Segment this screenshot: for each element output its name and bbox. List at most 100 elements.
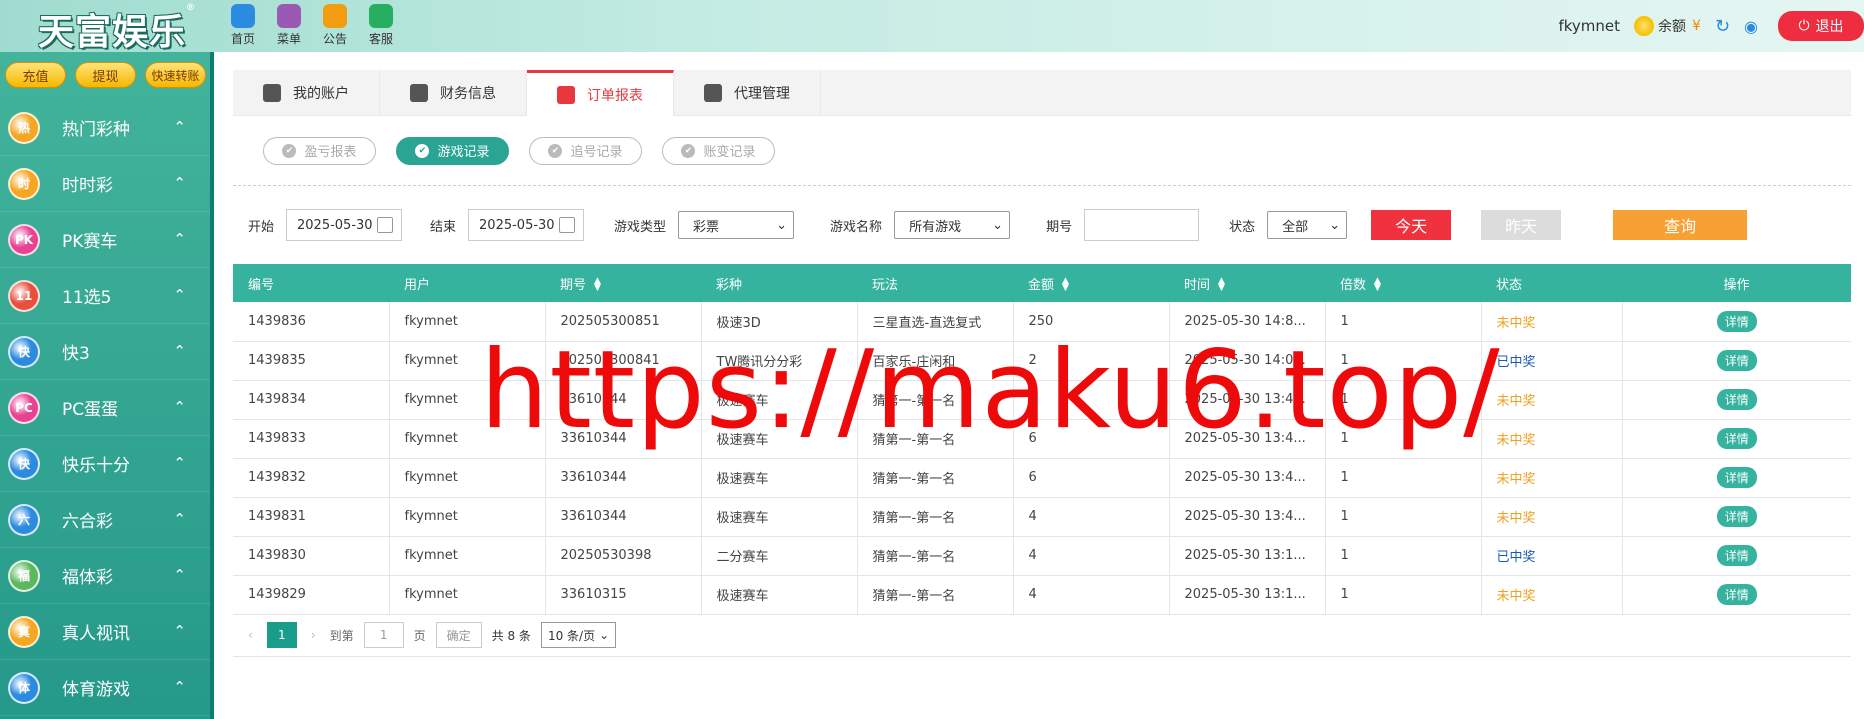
- table-cell: 猜第一-第一名: [857, 536, 1014, 576]
- tab-label: 我的账户: [293, 86, 349, 102]
- table-cell: 1: [1325, 458, 1482, 498]
- start-date-value: 2025-05-30: [297, 217, 373, 233]
- end-label: 结束: [430, 219, 457, 235]
- table-cell: 33610344: [545, 419, 702, 459]
- sidebar-item[interactable]: 真 真人视讯 ⌃: [0, 604, 210, 660]
- next-page-icon[interactable]: ›: [311, 628, 316, 642]
- column-header[interactable]: 倍数 ▲ ▼: [1325, 264, 1481, 302]
- game-type-select[interactable]: 彩票 ⌄: [678, 211, 795, 239]
- column-header[interactable]: 时间 ▲ ▼: [1169, 264, 1325, 302]
- lottery-ball-icon: 体: [8, 671, 40, 704]
- table-cell: 三星直选-直选复式: [857, 302, 1014, 342]
- status-select[interactable]: 全部 ⌄: [1267, 211, 1348, 239]
- detail-button[interactable]: 详情: [1716, 428, 1757, 449]
- chevron-up-icon: ⌃: [173, 286, 186, 304]
- table-cell: 详情: [1622, 341, 1851, 381]
- sidebar-item[interactable]: 福 福体彩 ⌃: [0, 548, 210, 604]
- eye-hide-icon[interactable]: ◉: [1744, 17, 1758, 36]
- tab-3[interactable]: 代理管理: [674, 70, 821, 116]
- detail-button[interactable]: 详情: [1716, 506, 1757, 527]
- detail-button[interactable]: 详情: [1716, 584, 1757, 605]
- sidebar-item[interactable]: PC PC蛋蛋 ⌃: [0, 380, 210, 436]
- topnav-item[interactable]: 菜单: [266, 4, 312, 47]
- table-cell: 2025-05-30 13:4...: [1169, 458, 1326, 498]
- main-panel: 我的账户 财务信息 订单报表 代理管理 ✔ 盈亏报表 ✔ 游戏记录 ✔ 追号记录 ✔ 账变记录 开始…: [233, 70, 1851, 719]
- sidebar-item[interactable]: 11 11选5 ⌃: [0, 268, 210, 324]
- subtab-0[interactable]: ✔ 盈亏报表: [263, 136, 376, 165]
- game-name-label: 游戏名称: [830, 219, 883, 235]
- sidebar-quick-buttons: 充值 提现 快速转账: [5, 62, 206, 88]
- table-cell: 2025-05-30 14:0...: [1169, 341, 1326, 381]
- tab-label: 代理管理: [734, 86, 790, 102]
- subtab-3[interactable]: ✔ 账变记录: [662, 136, 775, 165]
- tab-2[interactable]: 订单报表: [527, 70, 674, 116]
- sidebar-item[interactable]: 快 快乐十分 ⌃: [0, 436, 210, 492]
- column-header[interactable]: 金额 ▲ ▼: [1013, 264, 1169, 302]
- topnav-item[interactable]: 公告: [312, 4, 358, 47]
- sort-icon[interactable]: ▲ ▼: [1062, 277, 1069, 293]
- withdraw-button[interactable]: 提现: [75, 62, 136, 88]
- table-cell: 1: [1325, 419, 1482, 459]
- lottery-ball-icon: PK: [8, 223, 40, 256]
- table-cell: 1439832: [233, 458, 390, 498]
- chevron-up-icon: ⌃: [173, 174, 186, 192]
- refresh-icon[interactable]: ↻: [1715, 16, 1730, 37]
- column-header-label: 操作: [1723, 277, 1750, 293]
- subtab-1[interactable]: ✔ 游戏记录: [396, 136, 509, 165]
- sidebar-item[interactable]: 体 体育游戏 ⌃: [0, 660, 210, 716]
- sort-icon[interactable]: ▲ ▼: [1218, 277, 1225, 293]
- sidebar-item[interactable]: 六 六合彩 ⌃: [0, 492, 210, 548]
- check-circle-icon: ✔: [548, 143, 563, 158]
- sort-icon[interactable]: ▲ ▼: [1374, 277, 1381, 293]
- topnav-item[interactable]: 客服: [358, 4, 404, 47]
- topnav-label: 客服: [368, 32, 393, 46]
- filter-bar: 开始 2025-05-30 结束 2025-05-30 游戏类型 彩票 ⌄ 游戏名…: [233, 186, 1851, 264]
- subtab-label: 账变记录: [703, 145, 756, 160]
- column-header[interactable]: 期号 ▲ ▼: [545, 264, 701, 302]
- sidebar-item[interactable]: PK PK赛车 ⌃: [0, 212, 210, 268]
- yesterday-button[interactable]: 昨天: [1481, 210, 1562, 240]
- coin-icon: [1634, 16, 1655, 36]
- wallet-icon: [263, 84, 281, 102]
- table-cell: 2025-05-30 14:8...: [1169, 302, 1326, 342]
- detail-button[interactable]: 详情: [1716, 545, 1757, 566]
- chevron-down-icon: ⌄: [1329, 217, 1341, 233]
- topnav-item[interactable]: 首页: [220, 4, 266, 47]
- page-1-button[interactable]: 1: [266, 622, 297, 648]
- sidebar-item[interactable]: 时 时时彩 ⌃: [0, 156, 210, 212]
- detail-button[interactable]: 详情: [1716, 350, 1757, 371]
- quick-transfer-button[interactable]: 快速转账: [145, 62, 206, 88]
- query-button[interactable]: 查询: [1613, 210, 1748, 240]
- column-header-label: 金额: [1028, 277, 1055, 293]
- prev-page-icon[interactable]: ‹: [248, 628, 253, 642]
- end-date-input[interactable]: 2025-05-30: [468, 209, 585, 241]
- brand-logo[interactable]: 天富娱乐®: [38, 3, 196, 55]
- sort-icon[interactable]: ▲ ▼: [594, 277, 601, 293]
- tab-0[interactable]: 我的账户: [233, 70, 380, 116]
- goto-page-input[interactable]: 1: [363, 622, 404, 648]
- issue-input[interactable]: [1084, 209, 1200, 241]
- game-name-select[interactable]: 所有游戏 ⌄: [894, 211, 1011, 239]
- goto-confirm-button[interactable]: 确定: [435, 622, 482, 648]
- page-size-select[interactable]: 10 条/页 ⌄: [540, 622, 617, 648]
- column-header-label: 期号: [560, 277, 587, 293]
- lottery-ball-icon: 真: [8, 615, 40, 648]
- tab-1[interactable]: 财务信息: [380, 70, 527, 116]
- detail-button[interactable]: 详情: [1716, 467, 1757, 488]
- detail-button[interactable]: 详情: [1716, 310, 1757, 332]
- subtab-2[interactable]: ✔ 追号记录: [529, 136, 642, 165]
- detail-button[interactable]: 详情: [1716, 389, 1757, 410]
- deposit-button[interactable]: 充值: [5, 62, 66, 88]
- status-text: 未中奖: [1496, 394, 1536, 409]
- table-row: 1439834 fkymnet 33610344 极速赛车 猜第一-第一名 4 2025-0…: [233, 380, 1851, 420]
- subtab-label: 盈亏报表: [304, 145, 357, 160]
- table-cell: 猜第一-第一名: [857, 575, 1014, 615]
- check-circle-icon: ✔: [282, 143, 297, 158]
- sidebar-item[interactable]: 快 快3 ⌃: [0, 324, 210, 380]
- sidebar-item[interactable]: 热 热门彩种 ⌃: [0, 100, 210, 156]
- sidebar-item-label: 热门彩种: [62, 120, 130, 140]
- start-date-input[interactable]: 2025-05-30: [286, 209, 403, 241]
- table-cell: fkymnet: [389, 380, 546, 420]
- logout-button[interactable]: ⏻ 退出: [1778, 11, 1864, 41]
- today-button[interactable]: 今天: [1371, 210, 1452, 240]
